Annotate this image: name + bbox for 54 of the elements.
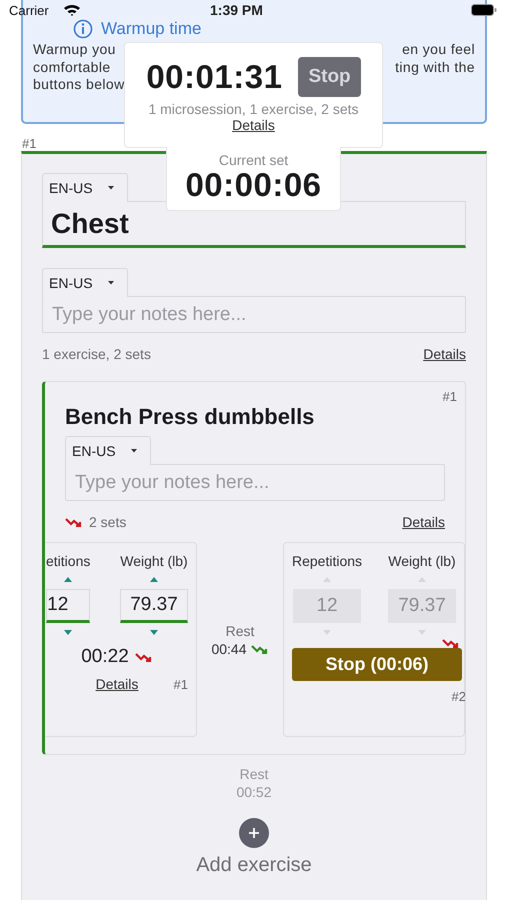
rest-time: 00:52 (236, 784, 272, 800)
down-arrow-icon[interactable] (149, 630, 159, 636)
set-duration: 00:22 (81, 646, 129, 668)
current-set-time: 00:00:06 (185, 167, 322, 203)
carrier-label: Carrier (9, 2, 49, 18)
repetitions-field[interactable]: 12 (46, 589, 90, 623)
details-link[interactable]: Details (96, 676, 138, 692)
description-text: buttons below (33, 76, 125, 94)
details-link[interactable]: Details (423, 346, 466, 362)
rest-label: Rest (240, 766, 268, 782)
details-link[interactable]: Details (402, 514, 445, 530)
microsession-summary: 1 exercise, 2 sets (42, 346, 151, 362)
description-text: en you feel (402, 41, 475, 58)
column-label: Weight (lb) (120, 553, 188, 569)
up-arrow-icon[interactable] (63, 576, 74, 582)
exercise-name: Bench Press dumbbells (65, 404, 316, 430)
notes-field[interactable]: Type your notes here... (42, 296, 466, 333)
down-arrow-icon[interactable] (63, 630, 74, 636)
sets-summary: 2 sets (89, 514, 126, 530)
description-text: ting with the (395, 58, 475, 76)
plus-icon (248, 827, 260, 839)
set-number: #2 (452, 689, 465, 704)
add-exercise-label[interactable]: Add exercise (196, 854, 312, 877)
details-link[interactable]: Details (232, 117, 275, 133)
column-label: Repetitions (292, 553, 362, 569)
warmup-title: Warmup time (101, 19, 202, 39)
add-button[interactable] (239, 818, 269, 848)
up-arrow-icon[interactable] (149, 576, 159, 582)
elapsed-time: 00:01:31 (146, 58, 282, 96)
description-text: comfortable (33, 58, 111, 76)
description-text: Warmup you (33, 41, 116, 58)
rest-time: 00:44 (211, 640, 247, 656)
language-dropdown[interactable]: EN-US (42, 268, 128, 297)
dropdown-icon (106, 186, 115, 190)
dropdown-icon (106, 281, 115, 285)
language-dropdown[interactable]: EN-US (42, 173, 128, 202)
dropdown-icon (130, 449, 138, 453)
language-dropdown[interactable]: EN-US (65, 436, 151, 465)
session-summary: 1 microsession, 1 exercise, 2 sets (148, 101, 359, 117)
name-field[interactable]: Chest (42, 201, 466, 248)
column-label: etitions (46, 553, 90, 569)
info-icon (73, 19, 93, 39)
stop-button[interactable]: Stop (298, 57, 361, 97)
microsession-number: #1 (22, 136, 36, 151)
set-number: #1 (174, 676, 188, 692)
weight-field[interactable]: 79.37 (120, 589, 188, 623)
rest-label: Rest (226, 622, 254, 638)
current-set-label: Current set (218, 153, 288, 167)
status-time: 1:39 PM (210, 2, 263, 18)
battery-icon (471, 4, 497, 16)
column-label: Weight (lb) (388, 553, 456, 569)
exercise-number: #1 (442, 389, 457, 404)
wifi-icon (63, 3, 81, 16)
notes-field[interactable]: Type your notes here... (65, 464, 445, 501)
